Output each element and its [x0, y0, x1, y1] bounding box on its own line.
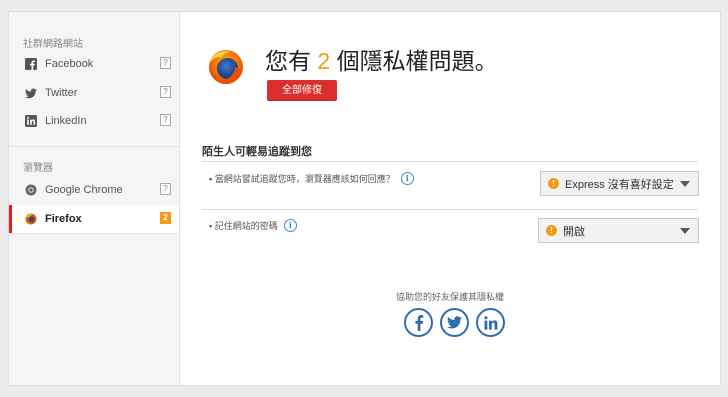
chevron-down-icon: [680, 228, 690, 234]
share-buttons: [404, 308, 505, 337]
warning-icon: !: [548, 178, 559, 189]
sidebar-item-label: Twitter: [45, 87, 78, 99]
firefox-icon: [25, 213, 37, 225]
sidebar-section-browsers: 瀏覽器: [23, 163, 53, 174]
warning-icon: !: [546, 225, 557, 236]
firefox-logo-icon: [207, 48, 245, 91]
main-panel: 您有 2 個隱私權問題。 全部修復 陌生人可輕易追蹤到您 ▪ 當網站嘗試追蹤您時…: [180, 12, 720, 385]
twitter-icon: [25, 87, 37, 99]
sidebar-item-label: LinkedIn: [45, 115, 87, 127]
status-badge: ?: [160, 114, 171, 126]
sidebar-item-linkedin[interactable]: LinkedIn ?: [9, 107, 179, 135]
question-text: 當網站嘗試追蹤您時，瀏覽器應該如何回應？: [214, 174, 395, 184]
status-badge: ?: [160, 183, 171, 195]
select-value: Express 沒有喜好設定: [565, 178, 674, 191]
sidebar-divider: [9, 146, 179, 147]
share-twitter-button[interactable]: [440, 308, 469, 337]
fix-all-button[interactable]: 全部修復: [267, 80, 337, 101]
issue-count: 2: [317, 48, 331, 74]
sidebar-item-label: Google Chrome: [45, 184, 123, 196]
status-badge: ?: [160, 57, 171, 69]
question-tracking: ▪ 當網站嘗試追蹤您時，瀏覽器應該如何回應？ i: [209, 172, 414, 185]
linkedin-icon: [483, 315, 497, 330]
section-divider: [202, 161, 698, 162]
twitter-icon: [447, 316, 462, 329]
app-window: 社群網路網站 Facebook ? Twitter ? LinkedIn ? 瀏…: [8, 11, 721, 386]
sidebar-divider: [9, 233, 179, 234]
info-icon[interactable]: i: [400, 172, 414, 185]
select-value: 開啟: [563, 225, 585, 238]
page-title: 您有 2 個隱私權問題。: [265, 48, 498, 74]
chevron-down-icon: [680, 181, 690, 187]
row-divider: [202, 209, 698, 210]
question-passwords: ▪ 記住網站的密碼 i: [209, 219, 297, 232]
share-prompt: 協助您的好友保護其隱私權: [395, 292, 504, 302]
sidebar: 社群網路網站 Facebook ? Twitter ? LinkedIn ? 瀏…: [9, 12, 180, 385]
sidebar-item-label: Firefox: [45, 213, 82, 225]
remember-passwords-select[interactable]: ! 開啟: [538, 218, 699, 243]
section-title: 陌生人可輕易追蹤到您: [202, 146, 312, 158]
share-linkedin-button[interactable]: [476, 308, 505, 337]
sidebar-item-twitter[interactable]: Twitter ?: [9, 79, 179, 107]
sidebar-section-social: 社群網路網站: [23, 39, 83, 50]
question-text: 記住網站的密碼: [214, 221, 278, 231]
sidebar-item-facebook[interactable]: Facebook ?: [9, 50, 179, 78]
linkedin-icon: [25, 115, 37, 127]
share-facebook-button[interactable]: [404, 308, 433, 337]
sidebar-item-google-chrome[interactable]: Google Chrome ?: [9, 176, 179, 204]
status-badge: 2: [160, 212, 171, 224]
status-badge: ?: [160, 86, 171, 98]
info-icon[interactable]: i: [283, 219, 297, 232]
sidebar-item-label: Facebook: [45, 58, 94, 70]
facebook-icon: [414, 314, 423, 331]
chrome-icon: [25, 184, 37, 196]
tracking-response-select[interactable]: ! Express 沒有喜好設定: [540, 171, 699, 196]
sidebar-item-firefox[interactable]: Firefox 2: [9, 205, 179, 233]
facebook-icon: [25, 58, 37, 70]
